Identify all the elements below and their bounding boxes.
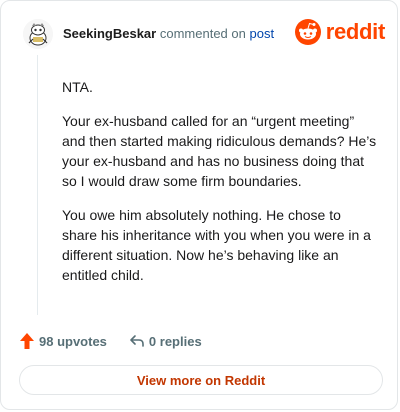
view-more-on-reddit-button[interactable]: View more on Reddit (19, 365, 383, 395)
comment-paragraph: NTA. (62, 79, 93, 95)
comment-paragraph: Your ex-husband called for an “urgent me… (62, 113, 377, 189)
commented-on-text: commented on (159, 26, 246, 41)
upvotes-count: 98 upvotes (39, 333, 107, 349)
reddit-logo-icon (294, 19, 321, 45)
upvote-arrow-icon (20, 333, 34, 349)
replies-button[interactable]: 0 replies (129, 333, 202, 349)
thread-line (37, 55, 38, 315)
replies-count: 0 replies (148, 333, 202, 349)
comment-body: NTA. Your ex-husband called for an “urge… (62, 77, 378, 299)
reddit-wordmark: reddit (325, 19, 386, 44)
comment-paragraph: You owe him absolutely nothing. He chose… (62, 207, 371, 283)
upvote-button[interactable]: 98 upvotes (19, 332, 107, 350)
post-link[interactable]: post (249, 26, 274, 41)
comment-header: SeekingBeskar commented on post reddit (19, 15, 385, 55)
comment-actions: 98 upvotes 0 replies (19, 331, 202, 351)
author-username[interactable]: SeekingBeskar (63, 26, 156, 41)
reply-arrow-icon (130, 335, 144, 347)
reddit-brand[interactable]: reddit (294, 18, 386, 46)
author-line: SeekingBeskar commented on post (63, 26, 274, 42)
reddit-comment-embed-card: SeekingBeskar commented on post reddit N… (0, 0, 398, 410)
snoo-avatar-icon[interactable] (23, 19, 53, 49)
